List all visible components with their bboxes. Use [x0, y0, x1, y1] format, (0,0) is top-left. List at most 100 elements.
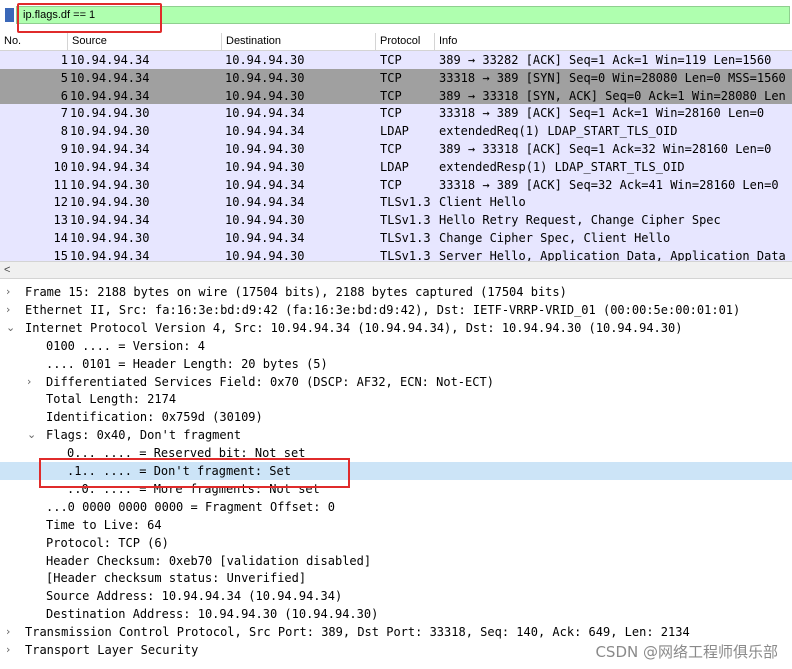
packet-row[interactable]: 6 10.94.94.34 10.94.94.30 TCP 389 → 33318 [S…: [0, 86, 792, 105]
packet-info: Server Hello, Application Data, Applicat…: [439, 248, 786, 261]
packet-info: Change Cipher Spec, Client Hello: [439, 231, 671, 245]
detail-text: Frame 15: 2188 bytes on wire (17504 bits…: [25, 285, 567, 299]
packet-row[interactable]: 9 10.94.94.34 10.94.94.30 TCP 389 → 33318 [A…: [0, 140, 792, 158]
packet-source: 10.94.94.30: [70, 231, 150, 245]
packet-list-header: No. Source Destination Protocol Info: [0, 33, 792, 51]
packet-protocol: TLSv1.3: [380, 248, 431, 261]
detail-row[interactable]: Destination Address: 10.94.94.30 (10.94.…: [0, 605, 792, 623]
display-filter-input[interactable]: ip.flags.df == 1: [16, 6, 790, 24]
column-info[interactable]: Info: [435, 33, 792, 50]
bookmark-icon[interactable]: [5, 8, 14, 22]
detail-row[interactable]: ..0. .... = More fragments: Not set: [0, 480, 792, 498]
packet-info: 389 → 33318 [ACK] Seq=1 Ack=32 Win=28160…: [439, 142, 772, 156]
detail-row[interactable]: Total Length: 2174: [0, 390, 792, 408]
packet-info: 389 → 33318 [SYN, ACK] Seq=0 Ack=1 Win=2…: [439, 88, 786, 103]
detail-text: Transport Layer Security: [25, 643, 199, 657]
detail-row[interactable]: ⌄ Internet Protocol Version 4, Src: 10.94…: [0, 319, 792, 337]
packet-protocol: LDAP: [380, 159, 409, 174]
detail-row[interactable]: Header Checksum: 0xeb70 [validation disa…: [0, 552, 792, 570]
detail-text: .... 0101 = Header Length: 20 bytes (5): [46, 356, 328, 371]
detail-row[interactable]: [Header checksum status: Unverified]: [0, 569, 792, 587]
packet-protocol: TCP: [380, 106, 402, 121]
detail-row[interactable]: › Transmission Control Protocol, Src Port…: [0, 623, 792, 641]
packet-no: 9: [60, 142, 68, 156]
chevron-right-icon[interactable]: ›: [6, 283, 18, 301]
packet-destination: 10.94.94.34: [225, 195, 305, 210]
packet-protocol: TCP: [380, 177, 402, 192]
packet-protocol: LDAP: [380, 124, 409, 139]
column-destination[interactable]: Destination: [222, 33, 376, 50]
detail-row[interactable]: ⌄ Flags: 0x40, Don't fragment: [0, 426, 792, 444]
detail-text: Ethernet II, Src: fa:16:3e:bd:d9:42 (fa:…: [25, 302, 741, 317]
packet-details-tree: › Frame 15: 2188 bytes on wire (17504 bit…: [0, 283, 792, 669]
packet-source: 10.94.94.30: [70, 124, 150, 139]
packet-info: 33318 → 389 [ACK] Seq=32 Ack=41 Win=2816…: [439, 177, 779, 192]
detail-row[interactable]: .1.. .... = Don't fragment: Set: [0, 462, 792, 480]
packet-row[interactable]: 10 10.94.94.34 10.94.94.30 LDAP extendedResp…: [0, 157, 792, 176]
detail-text: Header Checksum: 0xeb70 [validation disa…: [46, 553, 372, 568]
packet-protocol: TLSv1.3: [380, 195, 431, 210]
watermark: CSDN @网络工程师俱乐部: [595, 643, 778, 661]
packet-row[interactable]: 15 10.94.94.34 10.94.94.30 TLSv1.3 Server He…: [0, 246, 792, 261]
detail-row[interactable]: 0100 .... = Version: 4: [0, 337, 792, 355]
packet-row[interactable]: 11 10.94.94.30 10.94.94.34 TCP 33318 → 389 […: [0, 175, 792, 194]
packet-protocol: TCP: [380, 142, 402, 156]
packet-no: 6: [60, 88, 68, 103]
detail-text: Flags: 0x40, Don't fragment: [46, 428, 242, 443]
packet-row[interactable]: 1 10.94.94.34 10.94.94.30 TCP 389 → 33282 [A…: [0, 51, 792, 69]
packet-source: 10.94.94.34: [70, 213, 150, 228]
detail-row[interactable]: › Ethernet II, Src: fa:16:3e:bd:d9:42 (fa…: [0, 301, 792, 319]
packet-no: 7: [60, 106, 68, 121]
packet-info: extendedReq(1) LDAP_START_TLS_OID: [439, 124, 678, 139]
detail-row[interactable]: Time to Live: 64: [0, 516, 792, 534]
column-protocol[interactable]: Protocol: [376, 33, 435, 50]
packet-row[interactable]: 14 10.94.94.30 10.94.94.34 TLSv1.3 Change Ci…: [0, 229, 792, 247]
packet-protocol: TCP: [380, 53, 402, 67]
horizontal-scrollbar[interactable]: <: [0, 261, 792, 279]
detail-row[interactable]: › Differentiated Services Field: 0x70 (DS…: [0, 373, 792, 391]
packet-source: 10.94.94.34: [70, 248, 150, 261]
packet-row[interactable]: 8 10.94.94.30 10.94.94.34 LDAP extendedReq(1…: [0, 122, 792, 141]
detail-row[interactable]: ...0 0000 0000 0000 = Fragment Offset: 0: [0, 498, 792, 516]
packet-row[interactable]: 7 10.94.94.30 10.94.94.34 TCP 33318 → 389 [A…: [0, 104, 792, 123]
detail-text: Identification: 0x759d (30109): [46, 410, 263, 425]
packet-row[interactable]: 12 10.94.94.30 10.94.94.34 TLSv1.3 Client He…: [0, 193, 792, 212]
chevron-right-icon[interactable]: ›: [6, 301, 18, 319]
packet-no: 14: [53, 231, 68, 245]
chevron-down-icon[interactable]: ⌄: [27, 426, 39, 444]
packet-destination: 10.94.94.30: [225, 53, 305, 67]
packet-info: Client Hello: [439, 195, 526, 210]
detail-text: .1.. .... = Don't fragment: Set: [67, 464, 291, 478]
packet-no: 5: [60, 70, 68, 85]
chevron-right-icon[interactable]: ›: [27, 373, 39, 391]
packet-no: 13: [53, 213, 68, 228]
packet-destination: 10.94.94.30: [225, 142, 305, 156]
detail-row[interactable]: › Frame 15: 2188 bytes on wire (17504 bit…: [0, 283, 792, 301]
packet-no: 1: [60, 53, 68, 67]
detail-text: ..0. .... = More fragments: Not set: [67, 481, 320, 496]
detail-text: Total Length: 2174: [46, 392, 177, 407]
display-filter-bar: ip.flags.df == 1: [0, 4, 792, 26]
packet-row[interactable]: 5 10.94.94.34 10.94.94.30 TCP 33318 → 389 [S…: [0, 68, 792, 87]
chevron-right-icon[interactable]: ›: [6, 623, 18, 641]
chevron-right-icon[interactable]: ›: [6, 641, 18, 659]
packet-source: 10.94.94.34: [70, 159, 150, 174]
chevron-down-icon[interactable]: ⌄: [6, 319, 18, 337]
packet-protocol: TCP: [380, 88, 402, 103]
detail-row[interactable]: 0... .... = Reserved bit: Not set: [0, 444, 792, 462]
packet-row[interactable]: 13 10.94.94.34 10.94.94.30 TLSv1.3 Hello Ret…: [0, 211, 792, 230]
column-source[interactable]: Source: [68, 33, 222, 50]
packet-info: 33318 → 389 [ACK] Seq=1 Ack=1 Win=28160 …: [439, 106, 765, 121]
detail-text: Differentiated Services Field: 0x70 (DSC…: [46, 374, 494, 389]
packet-destination: 10.94.94.34: [225, 231, 305, 245]
column-no[interactable]: No.: [0, 33, 68, 50]
packet-source: 10.94.94.30: [70, 177, 150, 192]
detail-row[interactable]: Identification: 0x759d (30109): [0, 408, 792, 426]
packet-no: 8: [60, 124, 68, 139]
packet-source: 10.94.94.34: [70, 142, 150, 156]
detail-text: 0100 .... = Version: 4: [46, 338, 205, 353]
detail-row[interactable]: .... 0101 = Header Length: 20 bytes (5): [0, 355, 792, 373]
chevron-left-icon[interactable]: <: [4, 264, 10, 276]
detail-row[interactable]: Protocol: TCP (6): [0, 534, 792, 552]
detail-row[interactable]: Source Address: 10.94.94.34 (10.94.94.34…: [0, 587, 792, 605]
